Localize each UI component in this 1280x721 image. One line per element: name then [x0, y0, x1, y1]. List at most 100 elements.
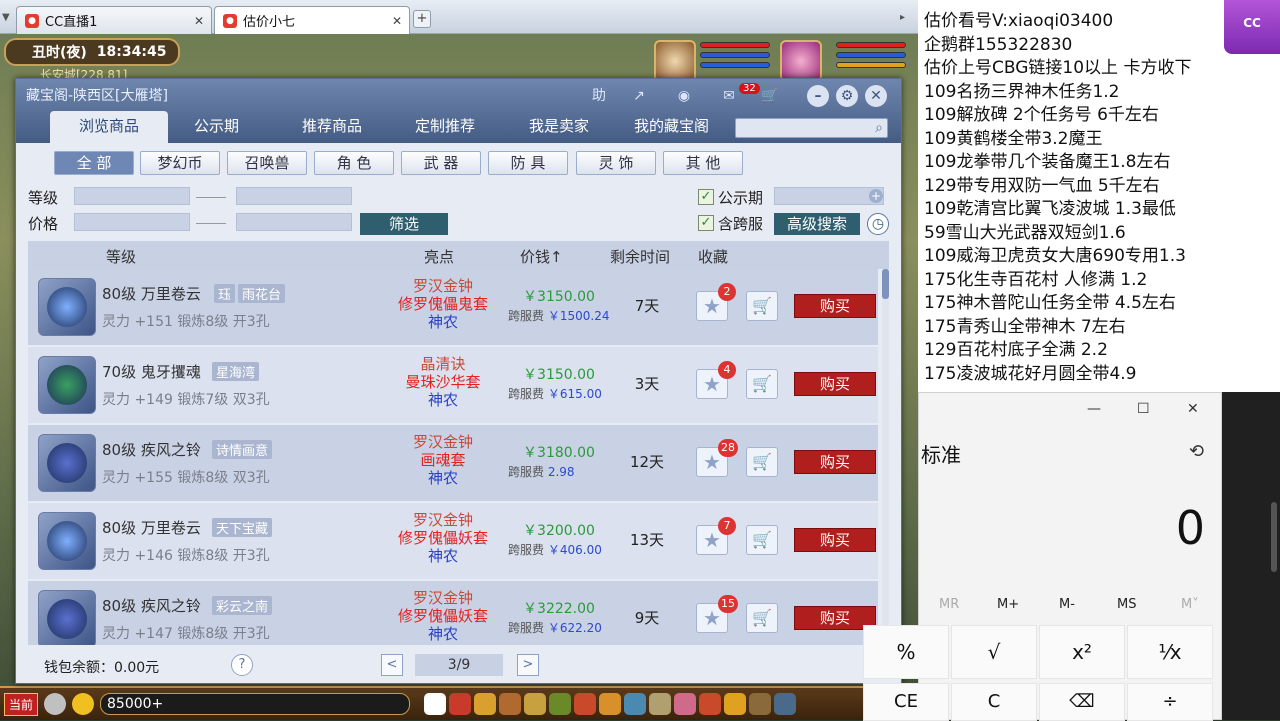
item-row[interactable]: 80级 万里卷云 天下宝藏 灵力 +146 锻炼8级 开3孔 罗汉金钟 修罗傀儡妖套 神农…: [28, 503, 878, 579]
category-pet[interactable]: 召唤兽: [227, 151, 307, 175]
key-divide[interactable]: ÷: [1127, 683, 1213, 721]
tab-menu-icon[interactable]: ▼: [2, 12, 14, 24]
buy-button[interactable]: 购买: [794, 528, 876, 552]
column-level[interactable]: 等级: [106, 246, 136, 267]
price-max-input[interactable]: [236, 213, 352, 231]
public-period-select[interactable]: [774, 187, 884, 205]
category-other[interactable]: 其 他: [663, 151, 743, 175]
emoji-icon[interactable]: [72, 693, 95, 715]
tab-browse[interactable]: 浏览商品: [50, 111, 168, 143]
item-name[interactable]: 80级 疾风之铃: [102, 439, 201, 460]
give-icon[interactable]: [499, 693, 522, 715]
item-name[interactable]: 80级 万里卷云: [102, 517, 201, 538]
pet-portrait[interactable]: [654, 40, 696, 82]
calc-maximize-button[interactable]: ☐: [1137, 401, 1150, 417]
next-page-button[interactable]: >: [517, 654, 539, 676]
price-min-input[interactable]: [74, 213, 190, 231]
category-weapon[interactable]: 武 器: [401, 151, 481, 175]
friends-icon[interactable]: [649, 693, 672, 715]
chat-input[interactable]: 85000+: [100, 693, 411, 715]
help-button[interactable]: 助: [588, 85, 610, 107]
weapon-thumbnail[interactable]: [38, 278, 96, 336]
microphone-icon[interactable]: [44, 693, 67, 715]
add-to-cart-icon[interactable]: 🛒: [746, 291, 778, 321]
level-min-input[interactable]: [74, 187, 190, 205]
tab-public[interactable]: 公示期: [184, 111, 249, 143]
settings-button[interactable]: ⚙: [836, 85, 858, 107]
category-currency[interactable]: 梦幻币: [140, 151, 220, 175]
item-name[interactable]: 70级 鬼牙攫魂: [102, 361, 201, 382]
item-icon[interactable]: [474, 693, 497, 715]
key-sqrt[interactable]: √: [951, 625, 1037, 679]
add-to-cart-icon[interactable]: 🛒: [746, 369, 778, 399]
channel-current-button[interactable]: 当前: [4, 692, 39, 716]
add-to-cart-icon[interactable]: 🛒: [746, 447, 778, 477]
tab-scroll-icon[interactable]: ▸: [900, 12, 905, 23]
weapon-thumbnail[interactable]: [38, 512, 96, 570]
key-clear-entry[interactable]: CE: [863, 683, 949, 721]
pet-icon[interactable]: [574, 693, 597, 715]
mem-subtract-button[interactable]: M-: [1059, 597, 1075, 612]
buy-button[interactable]: 购买: [794, 294, 876, 318]
column-remaining[interactable]: 剩余时间: [610, 246, 670, 267]
weapon-thumbnail[interactable]: [38, 356, 96, 414]
buy-button[interactable]: 购买: [794, 372, 876, 396]
reward-icon[interactable]: [724, 693, 747, 715]
list-scrollbar[interactable]: [882, 269, 889, 645]
add-to-cart-icon[interactable]: 🛒: [746, 603, 778, 633]
item-name[interactable]: 80级 万里卷云: [102, 283, 201, 304]
browser-tab-cc[interactable]: ● CC直播1 ✕: [16, 6, 212, 34]
attack-icon[interactable]: [449, 693, 472, 715]
trade-icon[interactable]: [524, 693, 547, 715]
item-row[interactable]: 80级 疾风之铃 彩云之南 灵力 +147 锻炼8级 开3孔 罗汉金钟 修罗傀儡妖套 神农…: [28, 581, 878, 645]
guild-icon[interactable]: [624, 693, 647, 715]
category-accessory[interactable]: 灵 饰: [576, 151, 656, 175]
calc-minimize-button[interactable]: —: [1087, 401, 1101, 417]
desktop-scrollbar[interactable]: [1271, 502, 1277, 572]
item-row[interactable]: 80级 万里卷云珏雨花台 灵力 +151 锻炼8级 开3孔 罗汉金钟 修罗傀儡鬼套 神农…: [28, 269, 878, 345]
system-icon[interactable]: [749, 693, 772, 715]
share-icon[interactable]: ↗: [628, 85, 650, 107]
key-percent[interactable]: %: [863, 625, 949, 679]
mem-recall-button[interactable]: MR: [939, 597, 959, 612]
panda-icon[interactable]: [424, 693, 447, 715]
shop-icon[interactable]: [699, 693, 722, 715]
item-row[interactable]: 70级 鬼牙攫魂 星海湾 灵力 +149 锻炼7级 双3孔 晶清诀 曼珠沙华套 神农 ￥31…: [28, 347, 878, 423]
new-tab-button[interactable]: +: [413, 10, 431, 28]
player-portrait[interactable]: [780, 40, 822, 82]
tab-my-pavilion[interactable]: 我的藏宝阁: [624, 111, 719, 143]
calc-close-button[interactable]: ✕: [1187, 401, 1199, 417]
computer-icon[interactable]: [774, 693, 797, 715]
cart-icon[interactable]: 🛒: [759, 85, 781, 107]
key-reciprocal[interactable]: ¹⁄x: [1127, 625, 1213, 679]
close-tab-icon[interactable]: ✕: [194, 14, 204, 28]
team-icon[interactable]: [549, 693, 572, 715]
key-clear[interactable]: C: [951, 683, 1037, 721]
add-icon[interactable]: +: [869, 189, 883, 203]
tab-recommend[interactable]: 推荐商品: [292, 111, 372, 143]
close-button[interactable]: ✕: [865, 85, 887, 107]
mem-list-button[interactable]: M˅: [1181, 597, 1199, 612]
close-tab-icon[interactable]: ✕: [392, 14, 402, 28]
buy-button[interactable]: 购买: [794, 450, 876, 474]
item-name[interactable]: 80级 疾风之铃: [102, 595, 201, 616]
message-icon[interactable]: ✉: [718, 85, 740, 107]
weapon-thumbnail[interactable]: [38, 590, 96, 645]
item-row[interactable]: 80级 疾风之铃 诗情画意 灵力 +155 锻炼8级 双3孔 罗汉金钟 画魂套 神农 ￥31…: [28, 425, 878, 501]
action-icon[interactable]: [674, 693, 697, 715]
mem-add-button[interactable]: M+: [997, 597, 1019, 612]
search-input[interactable]: ⌕: [735, 118, 888, 138]
cross-server-checkbox[interactable]: ✓: [698, 215, 714, 231]
history-clock-icon[interactable]: ◷: [867, 213, 889, 235]
level-max-input[interactable]: [236, 187, 352, 205]
weapon-thumbnail[interactable]: [38, 434, 96, 492]
browser-tab-estimate[interactable]: ● 估价小七 ✕: [214, 6, 410, 34]
key-backspace[interactable]: ⌫: [1039, 683, 1125, 721]
record-icon[interactable]: ◉: [673, 85, 695, 107]
prev-page-button[interactable]: <: [381, 654, 403, 676]
search-icon[interactable]: ⌕: [875, 120, 883, 136]
mem-store-button[interactable]: MS: [1117, 597, 1136, 612]
category-character[interactable]: 角 色: [314, 151, 394, 175]
tab-seller[interactable]: 我是卖家: [519, 111, 599, 143]
key-square[interactable]: x²: [1039, 625, 1125, 679]
